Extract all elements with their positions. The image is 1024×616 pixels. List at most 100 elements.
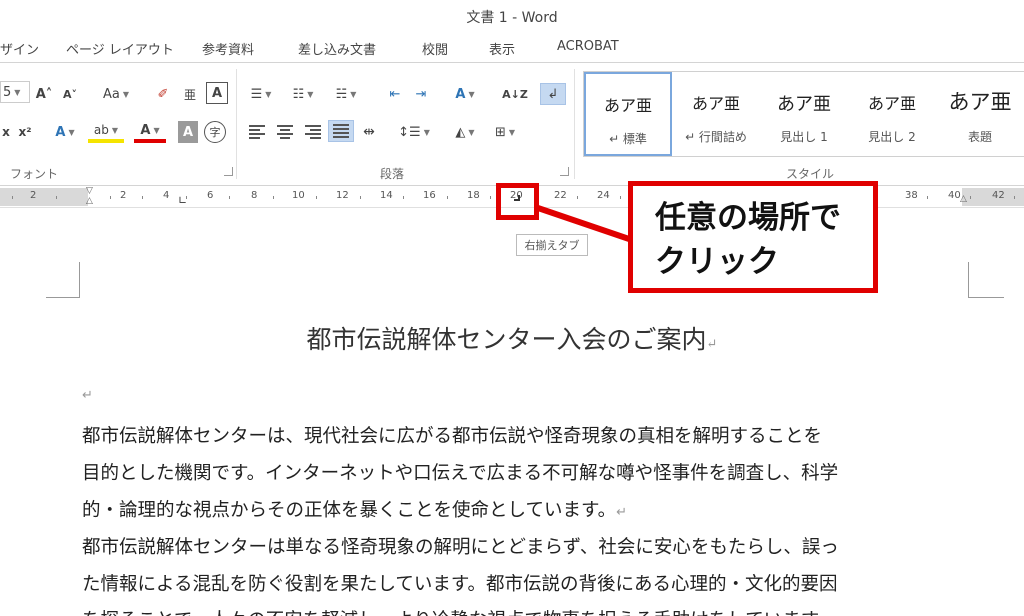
clear-formatting-icon[interactable]: ✐: [152, 83, 174, 105]
decrease-indent-icon[interactable]: ⇤: [384, 83, 406, 105]
tab-acrobat[interactable]: ACROBAT: [557, 39, 619, 54]
ribbon: 5 ▼ A˄ A˅ Aa ▼ ✐ 亜 A x x² A ▼ ab ▼ A ▼ A 字 フォ…: [0, 62, 1024, 186]
ruler-tick: [490, 196, 491, 199]
subscript-icon[interactable]: x: [0, 121, 12, 143]
style-no-spacing[interactable]: あア亜 ↵ 行間詰め: [672, 72, 760, 156]
text-effects-icon[interactable]: A ▼: [50, 121, 80, 143]
first-line-indent-marker-icon[interactable]: ▽: [86, 186, 93, 196]
show-hide-marks-icon[interactable]: ↲: [540, 83, 566, 105]
ruler-tick: [970, 196, 971, 199]
tab-page-layout[interactable]: ページ レイアウト: [66, 39, 174, 58]
callout-line-1: 任意の場所で: [655, 200, 841, 236]
align-center-icon[interactable]: [274, 121, 296, 143]
right-indent-marker-icon[interactable]: △: [960, 194, 967, 204]
style-name: 表題: [967, 130, 992, 144]
ruler-label: 2: [30, 190, 37, 201]
ruler-label: 2: [120, 190, 127, 201]
bullets-icon[interactable]: ☰ ▼: [246, 83, 276, 105]
body-line-text: 的・論理的な視点からその正体を暴くことを使命としています。: [82, 500, 617, 521]
ruler-label: 4: [163, 190, 170, 201]
ruler-label: 38: [905, 190, 918, 201]
group-separator: [574, 69, 575, 179]
body-line[interactable]: を探ることで、人々の不安を軽減し、より冷静な視点で物事を捉える手助けをしています…: [82, 606, 982, 616]
ruler-tick: [1014, 196, 1015, 199]
paragraph-dialog-launcher-icon[interactable]: [560, 167, 569, 176]
character-shading-icon[interactable]: A: [178, 121, 198, 143]
margin-corner-mark: [968, 262, 1004, 298]
body-line[interactable]: 都市伝説解体センターは、現代社会に広がる都市伝説や怪奇現象の真相を解明することを: [82, 422, 982, 448]
style-sample: あア亜: [603, 96, 652, 115]
tab-references[interactable]: 参考資料: [202, 39, 254, 58]
paragraph-group-label: 段落: [380, 167, 405, 181]
tab-mailings[interactable]: 差し込み文書: [298, 39, 376, 58]
asian-layout-icon[interactable]: A ▼: [448, 83, 482, 105]
shrink-font-icon[interactable]: A˅: [60, 83, 80, 105]
style-sample: あア亜: [777, 94, 831, 115]
callout-text: 任意の場所で クリック: [655, 196, 841, 284]
grow-font-icon[interactable]: A˄: [34, 83, 54, 105]
ruler-label: 18: [467, 190, 480, 201]
ruler-tick: [56, 196, 57, 199]
character-border-icon[interactable]: A: [206, 82, 228, 104]
empty-paragraph[interactable]: ↵: [82, 383, 982, 404]
ruler-label: 10: [292, 190, 305, 201]
ruler-tick: [577, 196, 578, 199]
ruler-tick: [12, 196, 13, 199]
phonetic-guide-button[interactable]: 亜: [180, 83, 200, 105]
align-right-icon[interactable]: [302, 121, 324, 143]
style-heading-1[interactable]: あア亜 見出し 1: [760, 72, 848, 156]
body-line[interactable]: た情報による混乱を防ぐ役割を果たしています。都市伝説の背後にある心理的・文化的要…: [82, 570, 982, 596]
borders-icon[interactable]: ⊞ ▼: [488, 121, 522, 143]
font-dialog-launcher-icon[interactable]: [224, 167, 233, 176]
change-case-button[interactable]: Aa ▼: [96, 83, 136, 105]
increase-indent-icon[interactable]: ⇥: [410, 83, 432, 105]
numbering-icon[interactable]: ☷ ▼: [288, 83, 318, 105]
superscript-button[interactable]: x²: [14, 121, 36, 143]
style-title[interactable]: あア亜 表題: [936, 72, 1024, 156]
style-sample: あア亜: [867, 94, 916, 113]
callout-line-2: クリック: [655, 244, 779, 280]
ruler-label: 6: [207, 190, 214, 201]
window-title: 文書 1 - Word: [466, 10, 558, 26]
tab-review[interactable]: 校閲: [422, 39, 448, 58]
shading-icon[interactable]: ◭ ▼: [448, 121, 482, 143]
style-heading-2[interactable]: あア亜 見出し 2: [848, 72, 936, 156]
group-separator: [236, 69, 237, 179]
font-color-icon[interactable]: A ▼: [134, 121, 166, 143]
ruler-label: 42: [992, 190, 1005, 201]
body-line[interactable]: 目的とした機関です。インターネットや口伝えで広まる不可解な噂や怪事件を調査し、科…: [82, 459, 982, 485]
ruler-label: 40: [948, 190, 961, 201]
ruler-tick: [447, 196, 448, 199]
phonetic-guide-label: 亜: [183, 87, 196, 102]
multilevel-list-icon[interactable]: ☵ ▼: [330, 83, 362, 105]
justify-icon[interactable]: [328, 120, 354, 142]
document-title[interactable]: 都市伝説解体センター入会のご案内↵: [0, 320, 1024, 356]
enclose-character-icon[interactable]: 字: [204, 121, 226, 143]
style-name: ↵ 標準: [609, 132, 647, 146]
style-normal[interactable]: あア亜 ↵ 標準: [584, 72, 672, 156]
ruler-label: 8: [251, 190, 258, 201]
ruler-tick: [229, 196, 230, 199]
ruler-tick: [927, 196, 928, 199]
left-tab-stop-icon[interactable]: ∟: [178, 194, 187, 207]
body-line[interactable]: 都市伝説解体センターは単なる怪奇現象の解明にとどまらず、社会に安心をもたらし、誤…: [82, 533, 982, 559]
ruler-margin-left: [0, 188, 88, 206]
change-case-label: Aa: [102, 86, 120, 102]
font-size-box[interactable]: 5 ▼: [0, 81, 30, 103]
document-title-text: 都市伝説解体センター入会のご案内: [306, 325, 707, 354]
ruler-label: 22: [554, 190, 567, 201]
distributed-icon[interactable]: ⇹: [358, 121, 380, 143]
styles-group-label: スタイル: [786, 167, 835, 181]
body-line[interactable]: 的・論理的な視点からその正体を暴くことを使命としています。↵: [82, 496, 982, 522]
tab-design[interactable]: ザイン: [0, 39, 39, 58]
left-indent-marker-icon[interactable]: △: [86, 196, 93, 206]
align-left-icon[interactable]: [246, 121, 268, 143]
highlight-color-icon[interactable]: ab ▼: [88, 121, 124, 143]
style-name: 見出し 1: [780, 130, 828, 144]
sort-icon[interactable]: A↓Z: [502, 83, 528, 105]
line-spacing-icon[interactable]: ↕☰ ▼: [396, 121, 432, 143]
style-name: ↵ 行間詰め: [685, 130, 747, 144]
ruler-tick: [620, 196, 621, 199]
style-sample: あア亜: [948, 90, 1012, 114]
tab-view[interactable]: 表示: [489, 39, 515, 58]
